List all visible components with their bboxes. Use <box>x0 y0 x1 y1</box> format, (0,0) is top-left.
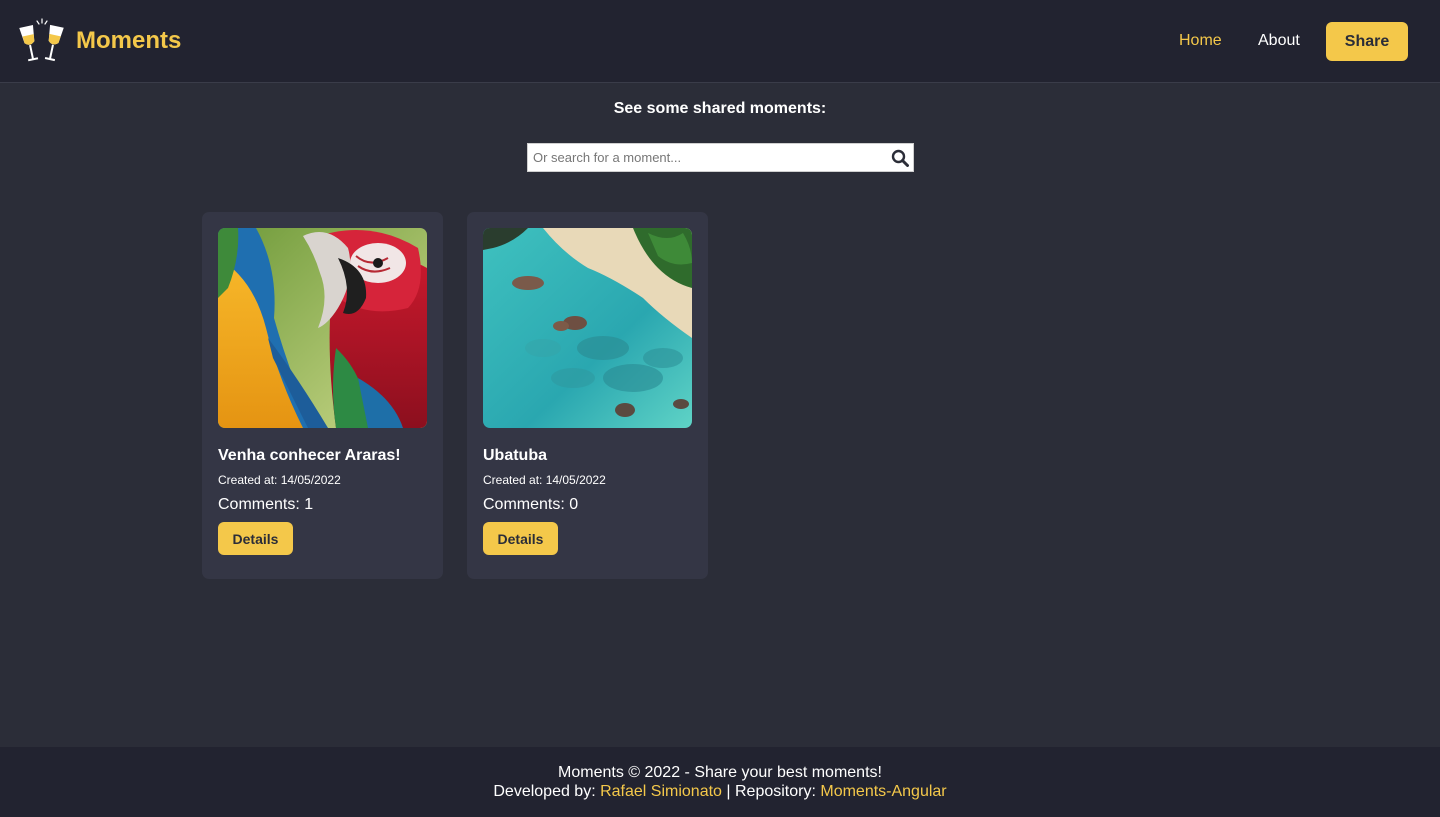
moment-card: Ubatuba Created at: 14/05/2022 Comments:… <box>467 212 708 579</box>
search-icon[interactable] <box>891 149 909 167</box>
macaws-photo <box>218 228 427 428</box>
footer-credits: Developed by: Rafael Simionato | Reposit… <box>0 783 1440 801</box>
details-button[interactable]: Details <box>218 522 293 555</box>
footer-copyright: Moments © 2022 - Share your best moments… <box>558 764 882 781</box>
brand-link[interactable]: Moments <box>76 27 181 55</box>
search-input[interactable] <box>528 144 883 171</box>
details-button[interactable]: Details <box>483 522 558 555</box>
page-title: See some shared moments: <box>613 100 827 117</box>
footer: Moments © 2022 - Share your best moments… <box>0 747 1440 817</box>
search-box <box>527 143 914 172</box>
nav-home-link[interactable]: Home <box>1179 32 1222 50</box>
moment-title: Venha conhecer Araras! <box>218 447 401 464</box>
header: Moments Home About Share <box>0 0 1440 83</box>
nav-about-link[interactable]: About <box>1258 32 1300 50</box>
moment-title: Ubatuba <box>483 447 547 464</box>
developed-by-label: Developed by: <box>493 783 601 800</box>
moment-date: Created at: 14/05/2022 <box>218 473 341 487</box>
moment-comments: Comments: 0 <box>483 496 579 513</box>
champagne-toast-icon[interactable] <box>16 18 68 64</box>
share-button[interactable]: Share <box>1326 22 1408 61</box>
beach-aerial-photo <box>483 228 692 428</box>
developer-link[interactable]: Rafael Simionato <box>600 783 722 800</box>
repository-label: | Repository: <box>721 783 821 800</box>
moment-date: Created at: 14/05/2022 <box>483 473 606 487</box>
moment-card: Venha conhecer Araras! Created at: 14/05… <box>202 212 443 579</box>
moment-comments: Comments: 1 <box>218 496 314 513</box>
repository-link[interactable]: Moments-Angular <box>820 783 946 800</box>
